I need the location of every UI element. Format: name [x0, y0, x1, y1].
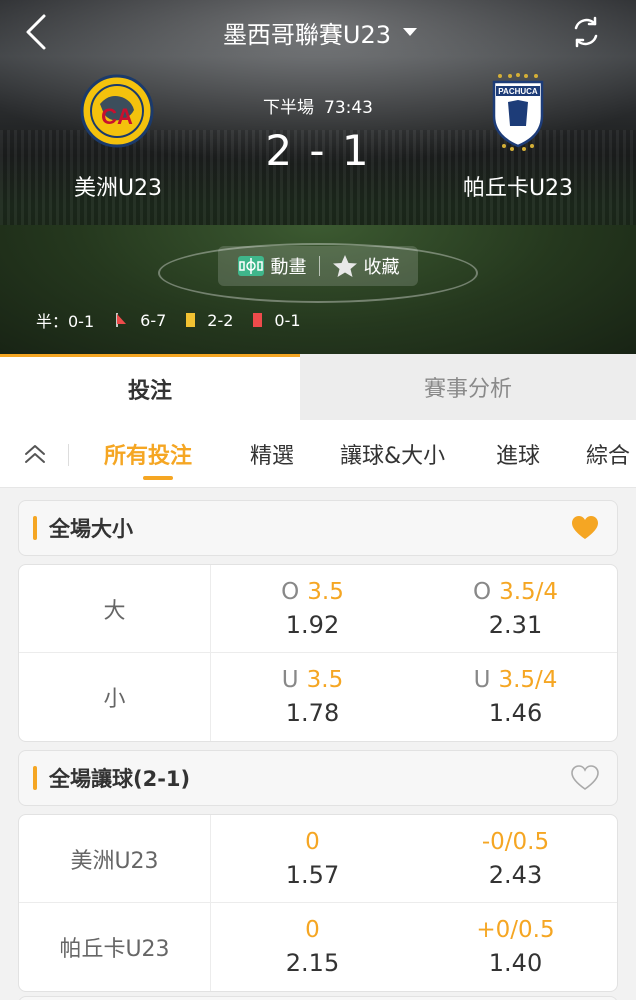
section-title: 全場大小	[49, 517, 133, 541]
section-title: 全場讓球(2-1)	[49, 767, 191, 791]
match-score: 2 - 1	[265, 126, 371, 175]
active-tab-indicator	[143, 476, 173, 480]
odds-line: -0/0.5	[481, 828, 550, 855]
refresh-icon[interactable]	[568, 14, 604, 50]
section-accent-bar	[33, 766, 37, 790]
animation-label: 動畫	[270, 257, 307, 278]
red-cards-value: 0-1	[274, 310, 301, 330]
star-icon	[332, 255, 357, 277]
svg-text:CA: CA	[101, 104, 133, 129]
odds-button[interactable]: 0 1.57	[211, 815, 414, 902]
odds-price: 2.31	[488, 610, 543, 639]
yellow-card-icon	[186, 313, 196, 327]
odds-price: 1.78	[285, 699, 340, 727]
collapse-icon[interactable]	[20, 440, 50, 470]
odds-price: 2.15	[285, 949, 340, 977]
section-header-over-under[interactable]: 全場大小	[18, 500, 618, 556]
odds-prefix: U	[473, 667, 491, 693]
odds-button[interactable]: 0 2.15	[211, 903, 414, 991]
odds-price: 1.46	[488, 699, 543, 727]
row-label: 小	[19, 653, 211, 741]
section-accent-bar	[33, 516, 37, 540]
yellow-cards-stat: 2-2	[186, 311, 233, 330]
match-header: 墨西哥聯賽U23 CA PACHUCA 下半場 73:43 2 - 1 美洲U23…	[0, 0, 636, 354]
tab-betting[interactable]: 投注	[0, 354, 300, 420]
odds-line: 3.5	[306, 667, 344, 693]
odds-prefix: O	[281, 578, 300, 605]
away-team-logo: PACHUCA	[492, 73, 544, 151]
row-label: 美洲U23	[19, 815, 211, 902]
home-team-logo: CA	[80, 74, 154, 148]
odds-table-handicap: 美洲U23 0 1.57 -0/0.5 2.43 帕丘卡U23 0 2.15 +…	[18, 814, 618, 992]
odds-line: 0	[305, 917, 320, 943]
tab-match-analysis[interactable]: 賽事分析	[300, 354, 636, 420]
heart-outline-icon[interactable]	[571, 765, 599, 791]
half-time-score: 半：0-1	[36, 312, 95, 331]
odds-line: +0/0.5	[476, 917, 555, 943]
red-card-icon	[253, 313, 263, 327]
corners-stat: 6-7	[114, 311, 166, 330]
row-label: 帕丘卡U23	[19, 903, 211, 991]
animation-button[interactable]: 動畫	[237, 253, 307, 279]
favorite-label: 收藏	[363, 257, 400, 278]
away-logo-text: PACHUCA	[498, 87, 538, 96]
red-cards-stat: 0-1	[253, 310, 301, 330]
market-tabs: 所有投注 精選 讓球&大小 進球 綜合	[0, 420, 636, 488]
chevron-down-icon	[403, 28, 418, 36]
tab-handicap-over-under[interactable]: 讓球&大小	[340, 438, 445, 470]
odds-row-away: 帕丘卡U23 0 2.15 +0/0.5 1.40	[19, 903, 617, 991]
odds-button[interactable]: O 3.5 1.92	[211, 565, 414, 652]
away-team-name: 帕丘卡U23	[462, 176, 574, 201]
favorite-match-button[interactable]: 收藏	[332, 253, 400, 279]
odds-prefix: U	[281, 667, 299, 693]
odds-price: 1.40	[488, 949, 543, 977]
odds-button[interactable]: -0/0.5 2.43	[414, 815, 617, 902]
corner-flag-icon	[116, 313, 127, 327]
tab-divider	[68, 444, 69, 466]
odds-row-home: 美洲U23 0 1.57 -0/0.5 2.43	[19, 815, 617, 903]
corners-value: 6-7	[140, 310, 167, 330]
odds-button[interactable]: O 3.5/4 2.31	[414, 565, 617, 652]
action-divider	[318, 256, 320, 276]
back-icon[interactable]	[20, 12, 56, 52]
match-period: 下半場 73:43	[236, 93, 400, 118]
period-label: 下半場	[263, 98, 314, 118]
odds-line: 3.5/4	[498, 667, 558, 693]
odds-button[interactable]: U 3.5/4 1.46	[414, 653, 617, 741]
row-label: 大	[19, 565, 211, 652]
odds-line: 3.5/4	[499, 578, 559, 605]
odds-price: 1.92	[285, 610, 340, 639]
main-tabs: 投注 賽事分析	[0, 354, 636, 420]
tab-goals[interactable]: 進球	[496, 438, 540, 470]
odds-prefix: O	[472, 578, 492, 605]
odds-line: 0	[305, 828, 320, 855]
tab-featured[interactable]: 精選	[250, 438, 294, 470]
odds-price: 2.43	[488, 860, 543, 889]
odds-table-over-under: 大 O 3.5 1.92 O 3.5/4 2.31 小 U 3.5 1.78 U 3.5…	[18, 564, 618, 742]
section-header-handicap[interactable]: 全場讓球(2-1)	[18, 750, 618, 806]
heart-filled-icon[interactable]	[571, 515, 599, 541]
next-section-header	[18, 996, 618, 1000]
match-clock: 73:43	[324, 98, 373, 118]
home-team-name: 美洲U23	[73, 176, 163, 201]
odds-row-over: 大 O 3.5 1.92 O 3.5/4 2.31	[19, 565, 617, 653]
league-title: 墨西哥聯賽U23	[222, 20, 392, 49]
yellow-cards-value: 2-2	[207, 310, 234, 330]
pitch-icon	[237, 256, 264, 276]
odds-row-under: 小 U 3.5 1.78 U 3.5/4 1.46	[19, 653, 617, 741]
match-stats: 半：0-1 6-7 2-2 0-1	[36, 308, 301, 332]
tab-combo[interactable]: 綜合	[586, 438, 630, 470]
odds-line: 3.5	[307, 578, 344, 605]
odds-button[interactable]: U 3.5 1.78	[211, 653, 414, 741]
odds-price: 1.57	[285, 860, 340, 889]
action-bar: 動畫 收藏	[218, 246, 418, 286]
league-selector[interactable]: 墨西哥聯賽U23	[200, 14, 440, 50]
odds-button[interactable]: +0/0.5 1.40	[414, 903, 617, 991]
tab-all-bets[interactable]: 所有投注	[104, 438, 192, 470]
